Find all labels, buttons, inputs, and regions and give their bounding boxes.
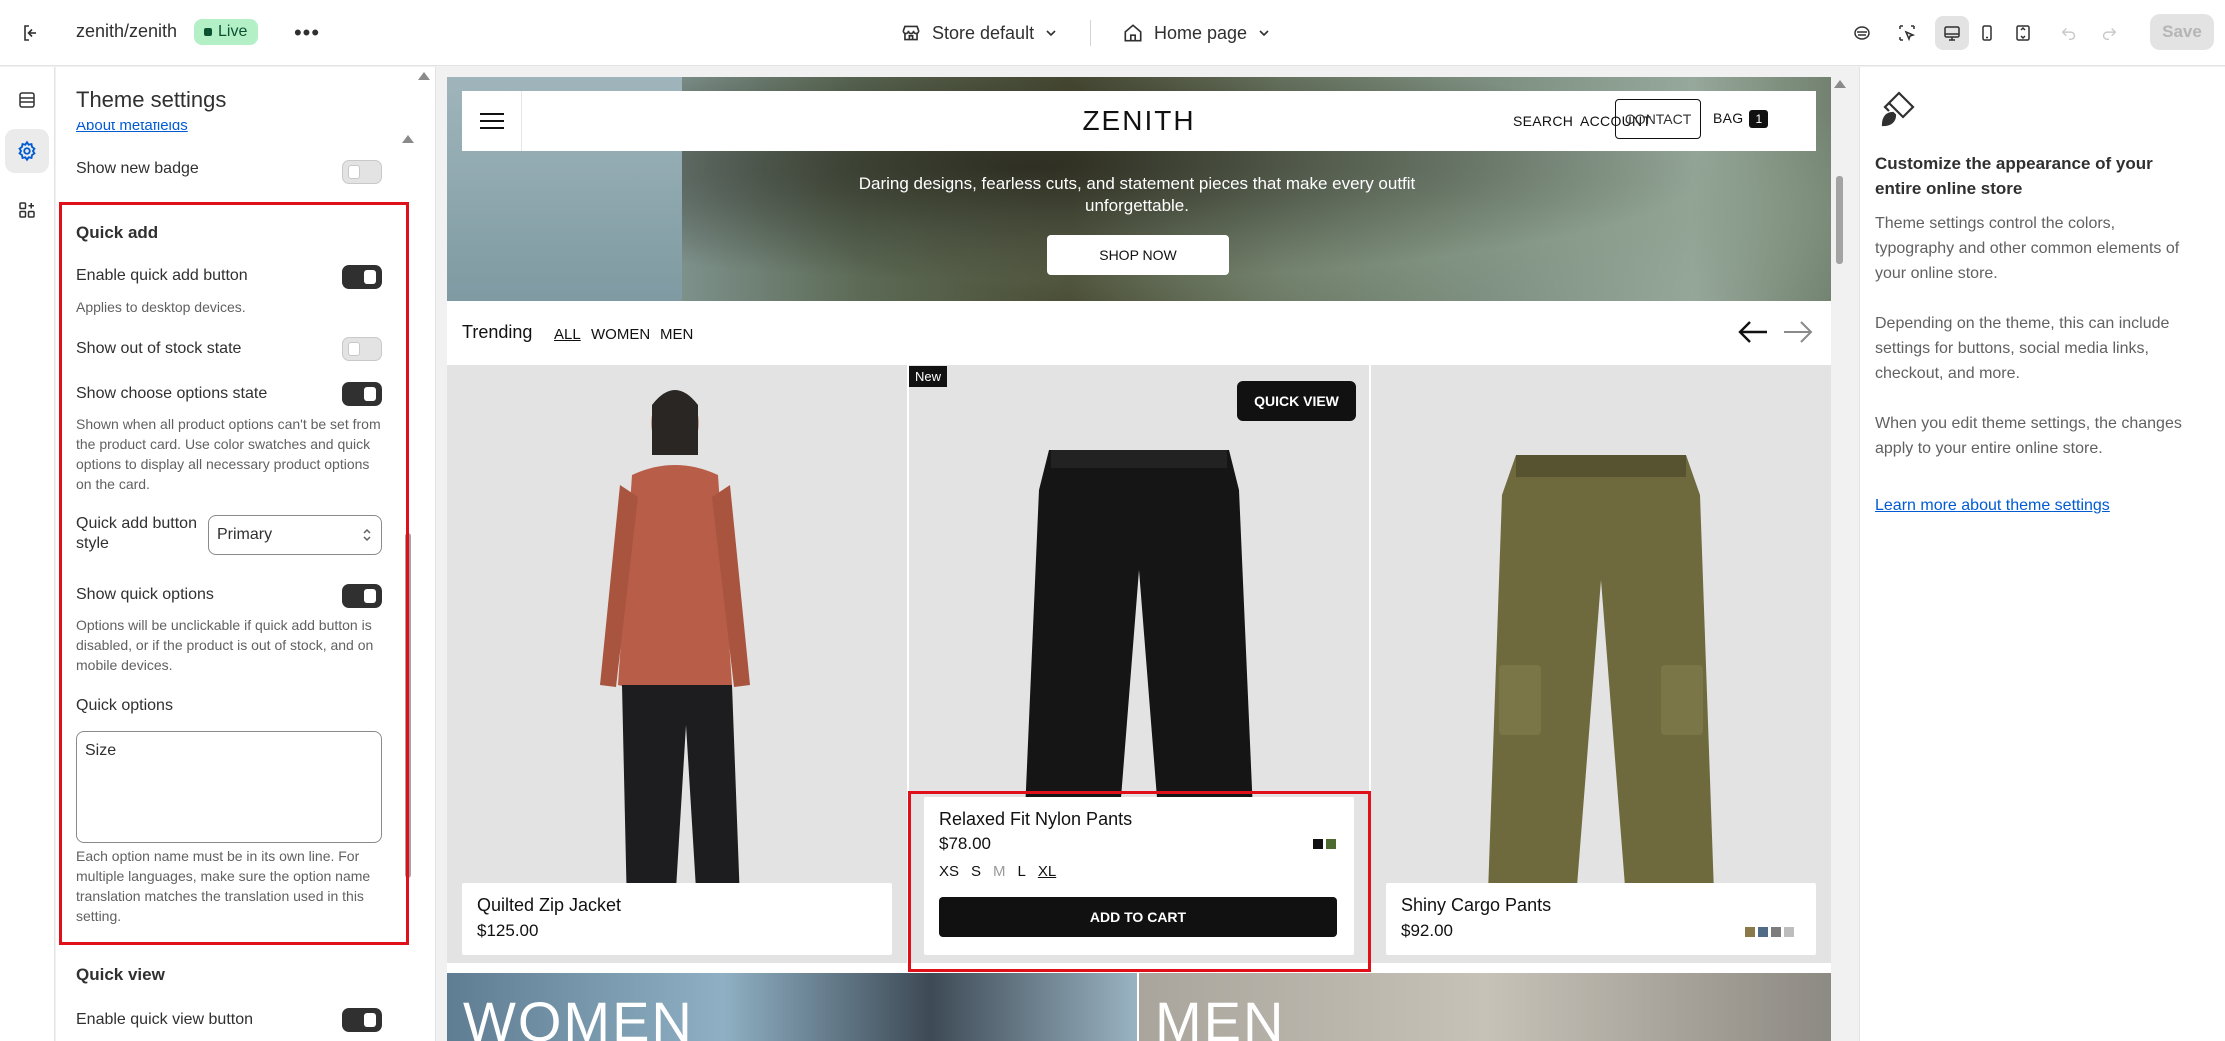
nav-contact[interactable]: CONTACT [1615,99,1701,139]
women-banner[interactable]: WOMEN [447,973,1137,1041]
home-icon [1124,24,1142,42]
show-new-badge-label: Show new badge [76,160,199,177]
left-nav [0,67,55,1041]
swatch-blue[interactable] [1758,927,1768,937]
exit-icon[interactable] [14,16,48,50]
filter-men[interactable]: MEN [660,326,693,343]
product-image-jacket [600,390,750,955]
product-image-cargo-pants [1486,455,1716,950]
chevron-down-icon [1046,30,1056,37]
enable-quick-view-label: Enable quick view button [76,1011,253,1028]
info-paragraph-2: Depending on the theme, this can include… [1875,315,2170,382]
toolbar-divider [1090,20,1091,46]
hero-banner: ZENITH SEARCH ACCOUNT CONTACT BAG 1 Darin… [447,77,1831,301]
live-label: Live [218,23,248,40]
product-card[interactable]: Shiny Cargo Pants $92.00 [1371,365,1831,963]
sections-icon[interactable] [5,78,49,122]
page-selector-label: Home page [1154,22,1248,43]
nav-bag[interactable]: BAG 1 [1713,110,1769,128]
arrow-left-icon[interactable] [1735,317,1771,347]
bag-count-badge: 1 [1749,110,1769,128]
apps-icon[interactable] [5,188,49,232]
ai-assistant-icon[interactable] [1845,16,1879,50]
theme-settings-gear-icon[interactable] [5,129,49,173]
chevron-down-icon [1259,30,1269,37]
live-status-badge: Live [194,19,259,45]
filter-women[interactable]: WOMEN [591,326,650,343]
product-info: Quilted Zip Jacket $125.00 [462,883,892,955]
women-banner-text: WOMEN [463,990,694,1041]
live-dot-icon [204,28,212,36]
enable-quick-view-toggle[interactable] [342,1008,382,1032]
highlight-box-product [908,791,1371,972]
about-metafields-link[interactable]: About metafields [76,122,188,134]
quick-view-heading: Quick view [76,965,165,984]
top-bar: zenith/zenith Live ••• Store default Hom… [0,0,2225,66]
info-title: Customize the appearance of your entire … [1875,154,2153,198]
inspector-icon[interactable] [1890,16,1924,50]
mobile-view-icon[interactable] [1970,16,2004,50]
highlight-box-settings [59,202,409,945]
swatch-olive[interactable] [1745,927,1755,937]
color-swatches[interactable] [1745,927,1794,937]
swatch-silver[interactable] [1784,927,1794,937]
panel-title: Theme settings [76,87,227,112]
scroll-up-icon[interactable] [402,135,414,143]
paint-brush-icon [1881,91,1915,127]
shop-now-button[interactable]: SHOP NOW [1047,235,1229,275]
new-badge: New [909,366,948,387]
full-screen-icon[interactable] [2006,16,2040,50]
preview-scrollbar[interactable] [1836,176,1843,264]
arrow-right-icon[interactable] [1780,317,1816,347]
store-selector[interactable]: Store default [900,16,1058,50]
product-name[interactable]: Quilted Zip Jacket [477,895,621,916]
scroll-up-icon[interactable] [1834,80,1846,88]
nav-search[interactable]: SEARCH [1513,113,1573,129]
learn-more-link[interactable]: Learn more about theme settings [1875,497,2110,515]
men-banner[interactable]: MEN [1139,973,1831,1041]
product-name[interactable]: Shiny Cargo Pants [1401,895,1551,916]
swatch-grey[interactable] [1771,927,1781,937]
page-selector[interactable]: Home page [1122,16,1271,50]
product-price: $92.00 [1401,921,1453,940]
trending-heading: Trending [462,322,533,342]
undo-icon[interactable] [2052,16,2086,50]
product-info: Shiny Cargo Pants $92.00 [1386,883,1816,955]
hero-text: Daring designs, fearless cuts, and state… [858,174,1416,215]
show-new-badge-toggle[interactable] [342,160,382,184]
store-selector-label: Store default [932,22,1035,43]
info-paragraph-1: Theme settings control the colors, typog… [1875,215,2180,282]
men-banner-text: MEN [1155,990,1286,1041]
product-price: $125.00 [477,921,539,940]
bag-label: BAG [1713,110,1744,126]
quick-view-button[interactable]: QUICK VIEW [1237,381,1356,421]
filter-all[interactable]: ALL [554,326,581,343]
store-icon [902,25,920,41]
save-button[interactable]: Save [2150,14,2214,50]
scroll-up-icon[interactable] [418,72,430,80]
desktop-view-icon[interactable] [1935,16,1969,50]
store-header: ZENITH SEARCH ACCOUNT CONTACT BAG 1 [462,91,1816,151]
info-paragraph-3: When you edit theme settings, the change… [1875,415,2182,457]
store-name: zenith/zenith [76,21,178,41]
product-card[interactable]: Quilted Zip Jacket $125.00 [447,365,907,963]
info-panel: Customize the appearance of your entire … [1859,67,2225,1041]
redo-icon[interactable] [2092,16,2126,50]
more-actions-button[interactable]: ••• [292,18,322,48]
